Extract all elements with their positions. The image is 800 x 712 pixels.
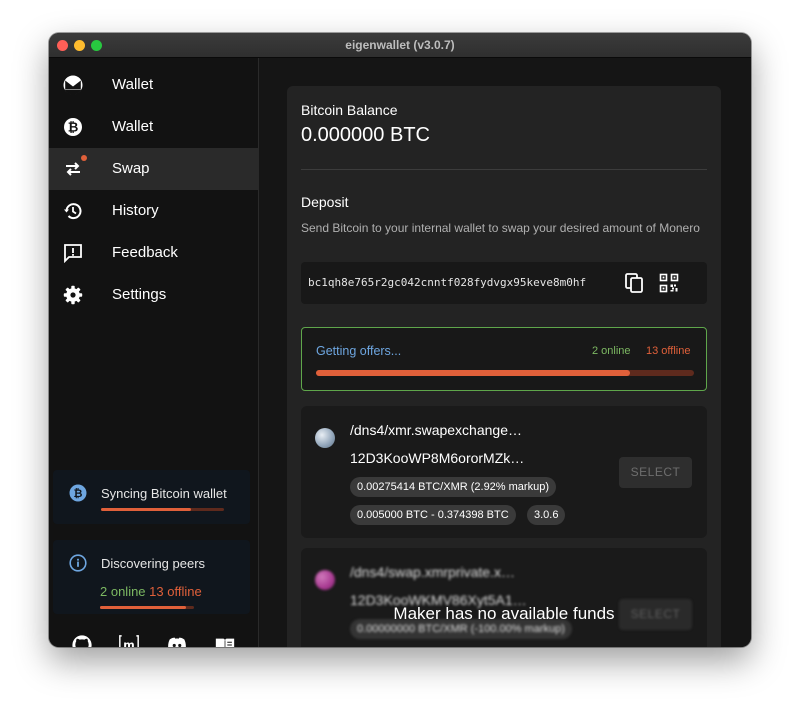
sidebar-item-settings[interactable]: Settings [49,274,258,316]
peers-progress-fill [100,606,187,609]
sidebar-item-swap[interactable]: Swap [49,148,258,190]
maker-rate-chip: 0.00275414 BTC/XMR (2.92% markup) [350,477,556,497]
history-icon [64,203,82,220]
bitcoin-sync-status: ₿ Syncing Bitcoin wallet [53,470,250,524]
swap-icon [66,162,80,176]
balance-value: 0.000000 BTC [301,124,430,146]
svg-text:₿: ₿ [68,121,79,136]
deposit-address-box: bc1qh8e765r2gc042cnntf028fydvgx95keve8m0… [301,262,707,304]
github-icon[interactable] [71,634,93,647]
maker-address: /dns4/xmr.swapexchange… [350,422,522,438]
offers-status-text: Getting offers... [316,344,402,358]
deposit-description: Send Bitcoin to your internal wallet to … [301,221,700,235]
offers-progress-fill [316,370,630,376]
sync-progress-bar [101,508,224,511]
window-title: eigenwallet (v3.0.7) [345,38,455,52]
maker-peer-id: 12D3KooWP8M6ororMZk… [350,450,525,466]
sync-status-text: Syncing Bitcoin wallet [101,486,227,501]
main-content: Bitcoin Balance 0.000000 BTC Deposit Sen… [259,58,751,647]
sidebar-item-label: Settings [112,286,167,303]
peers-status-text: Discovering peers [101,556,206,571]
bitcoin-icon: ₿ [64,118,82,136]
maker-avatar [315,428,335,448]
maker-card[interactable]: /dns4/xmr.swapexchange… 12D3KooWP8M6oror… [301,406,707,538]
docs-book-icon[interactable] [214,634,236,647]
deposit-label: Deposit [301,194,349,210]
peers-progress-bar [100,606,194,609]
peers-online: 2 online [100,584,146,599]
sync-progress-fill [101,508,191,511]
sidebar-item-label: Feedback [112,244,178,261]
maker-avatar [315,570,335,590]
monero-icon [63,75,83,95]
maker-range-chip: 0.005000 BTC - 0.374398 BTC [350,505,516,525]
svg-text:m: m [123,639,134,647]
sidebar: Wallet ₿ Wallet Swap History Feedback Se… [49,58,259,647]
select-maker-button[interactable]: SELECT [619,457,692,488]
deposit-address[interactable]: bc1qh8e765r2gc042cnntf028fydvgx95keve8m0… [308,276,586,289]
offers-status-box: Getting offers... 2 online 13 offline [301,327,707,391]
maker-card-unavailable: /dns4/swap.xmrprivate.x… 12D3KooWKMV86Xy… [301,548,707,647]
sidebar-item-label: History [112,202,159,219]
peers-count: 2 online 13 offline [100,584,202,599]
sidebar-item-feedback[interactable]: Feedback [49,232,258,274]
peers-offline: 13 offline [149,584,202,599]
sidebar-item-monero-wallet[interactable]: Wallet [49,64,258,106]
feedback-icon [64,244,82,263]
sidebar-item-label: Wallet [112,76,154,93]
sidebar-item-label: Swap [112,160,150,177]
sidebar-item-label: Wallet [112,118,154,135]
notification-badge [81,155,87,161]
bitcoin-icon: ₿ [69,484,87,502]
maker-version-chip: 3.0.6 [527,505,566,525]
swap-panel: Bitcoin Balance 0.000000 BTC Deposit Sen… [287,86,721,647]
sidebar-item-bitcoin-wallet[interactable]: ₿ Wallet [49,106,258,148]
offers-online-count: 2 online [592,345,631,357]
offers-offline-count: 13 offline [646,345,691,357]
offers-progress-bar [316,370,694,376]
sidebar-item-history[interactable]: History [49,190,258,232]
app-window: eigenwallet (v3.0.7) Wallet ₿ Wallet Swa… [49,33,751,647]
maker-unavailable-message: Maker has no available funds [393,604,615,623]
discord-icon[interactable] [166,634,188,647]
settings-icon [63,285,83,305]
info-icon [69,554,87,572]
maker-address: /dns4/swap.xmrprivate.x… [350,564,515,580]
matrix-icon[interactable]: m [118,634,140,647]
title-bar: eigenwallet (v3.0.7) [49,33,751,58]
divider [301,169,707,170]
maker-card-blurred-content: /dns4/swap.xmrprivate.x… 12D3KooWKMV86Xy… [301,548,707,647]
balance-label: Bitcoin Balance [301,102,398,118]
svg-text:₿: ₿ [74,487,83,500]
peer-discovery-status: Discovering peers 2 online 13 offline [53,540,250,614]
copy-icon[interactable] [623,272,645,294]
qr-code-icon[interactable] [659,273,679,293]
